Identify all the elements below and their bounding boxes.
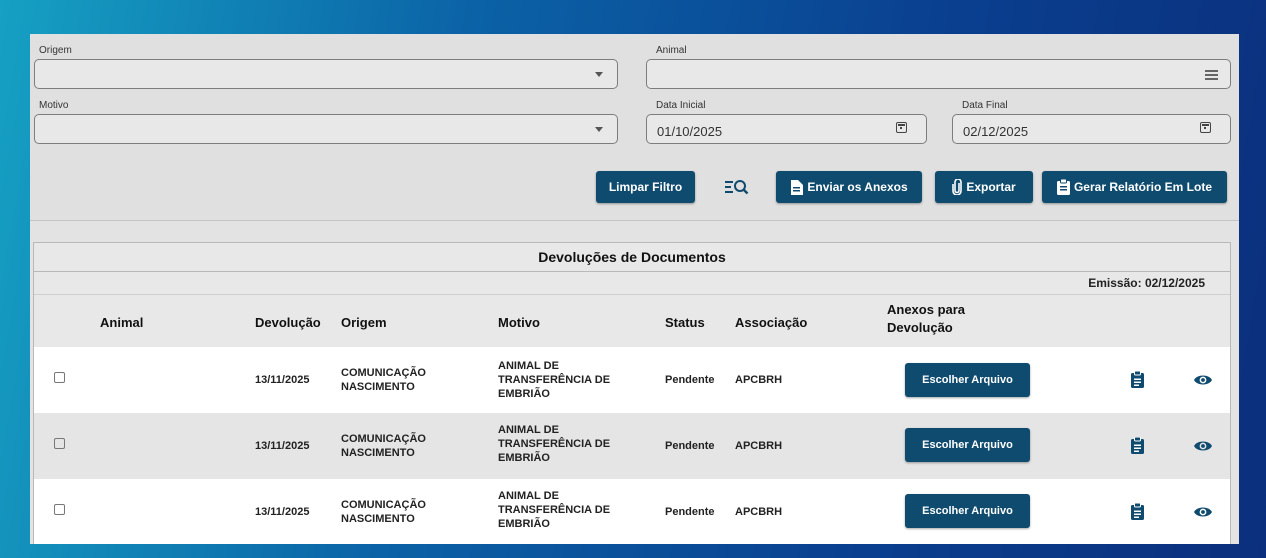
- data-final-value: 02/12/2025: [963, 124, 1029, 139]
- gerar-relatorio-button[interactable]: Gerar Relatório Em Lote: [1042, 171, 1227, 203]
- header-animal[interactable]: Animal: [100, 315, 143, 330]
- gerar-relatorio-label: Gerar Relatório Em Lote: [1073, 180, 1213, 194]
- escolher-arquivo-button[interactable]: Escolher Arquivo: [905, 428, 1030, 462]
- table-header: Animal Devolução Origem Motivo Status As…: [34, 295, 1230, 347]
- limpar-filtro-label: Limpar Filtro: [608, 180, 683, 194]
- row-checkbox[interactable]: [54, 438, 65, 449]
- escolher-arquivo-label: Escolher Arquivo: [922, 505, 1013, 517]
- limpar-filtro-button[interactable]: Limpar Filtro: [596, 171, 695, 203]
- data-inicial-value: 01/10/2025: [657, 124, 723, 139]
- calendar-icon[interactable]: [1200, 122, 1211, 133]
- cell-motivo: ANIMAL DE TRANSFERÊNCIA DE EMBRIÃO: [498, 424, 611, 464]
- clipboard-icon[interactable]: [1131, 371, 1144, 388]
- cell-motivo: ANIMAL DE TRANSFERÊNCIA DE EMBRIÃO: [498, 490, 611, 530]
- exportar-button[interactable]: Exportar: [935, 171, 1033, 203]
- cell-origem: COMUNICAÇÃO NASCIMENTO: [341, 433, 426, 459]
- data-final-field[interactable]: 02/12/2025: [952, 114, 1231, 144]
- list-icon[interactable]: [1205, 70, 1218, 82]
- cell-status: Pendente: [665, 506, 715, 518]
- data-inicial-label: Data Inicial: [656, 100, 706, 111]
- escolher-arquivo-label: Escolher Arquivo: [922, 439, 1013, 451]
- escolher-arquivo-button[interactable]: Escolher Arquivo: [905, 363, 1030, 397]
- cell-associacao: APCBRH: [735, 440, 783, 452]
- emissao-bar: Emissão: 02/12/2025: [34, 272, 1230, 295]
- paperclip-icon: [952, 179, 963, 195]
- clipboard-icon[interactable]: [1131, 503, 1144, 520]
- devolucoes-table: Devoluções de Documentos Emissão: 02/12/…: [33, 242, 1231, 544]
- clipboard-icon: [1056, 179, 1070, 195]
- eye-icon[interactable]: [1194, 440, 1212, 452]
- motivo-label: Motivo: [39, 100, 69, 111]
- cell-devolucao: 13/11/2025: [255, 374, 310, 386]
- table-row: 13/11/2025 COMUNICAÇÃO NASCIMENTO ANIMAL…: [34, 413, 1230, 479]
- enviar-anexos-label: Enviar os Anexos: [807, 180, 908, 194]
- data-inicial-field[interactable]: 01/10/2025: [646, 114, 927, 144]
- enviar-anexos-button[interactable]: Enviar os Anexos: [776, 171, 922, 203]
- header-anexos: Anexos para Devolução: [887, 302, 966, 335]
- header-motivo[interactable]: Motivo: [498, 315, 540, 330]
- cell-associacao: APCBRH: [735, 506, 783, 518]
- cell-origem: COMUNICAÇÃO NASCIMENTO: [341, 367, 426, 393]
- cell-status: Pendente: [665, 374, 715, 386]
- motivo-select[interactable]: [34, 114, 618, 144]
- header-origem[interactable]: Origem: [341, 315, 387, 330]
- escolher-arquivo-label: Escolher Arquivo: [922, 374, 1013, 386]
- row-checkbox[interactable]: [54, 504, 65, 515]
- header-associacao[interactable]: Associação: [735, 315, 807, 330]
- header-devolucao[interactable]: Devolução: [255, 315, 321, 330]
- cell-motivo: ANIMAL DE TRANSFERÊNCIA DE EMBRIÃO: [498, 360, 611, 400]
- emissao-date: Emissão: 02/12/2025: [1088, 276, 1205, 290]
- table-row: 13/11/2025 COMUNICAÇÃO NASCIMENTO ANIMAL…: [34, 479, 1230, 544]
- eye-icon[interactable]: [1194, 374, 1212, 386]
- table-title: Devoluções de Documentos: [34, 243, 1230, 272]
- cell-status: Pendente: [665, 440, 715, 452]
- origem-label: Origem: [39, 45, 72, 56]
- animal-field[interactable]: [646, 59, 1231, 89]
- table-row: 13/11/2025 COMUNICAÇÃO NASCIMENTO ANIMAL…: [34, 347, 1230, 413]
- cell-devolucao: 13/11/2025: [255, 506, 310, 518]
- animal-label: Animal: [656, 45, 687, 56]
- cell-origem: COMUNICAÇÃO NASCIMENTO: [341, 499, 426, 525]
- chevron-down-icon: [595, 72, 603, 77]
- data-final-label: Data Final: [962, 100, 1008, 111]
- app-window: Origem Animal Motivo Data Inicial 01/10/…: [30, 34, 1239, 544]
- header-status[interactable]: Status: [665, 315, 705, 330]
- clipboard-icon[interactable]: [1131, 437, 1144, 454]
- exportar-label: Exportar: [966, 180, 1016, 194]
- escolher-arquivo-button[interactable]: Escolher Arquivo: [905, 494, 1030, 528]
- document-icon: [791, 179, 804, 195]
- cell-associacao: APCBRH: [735, 374, 783, 386]
- filter-panel: Origem Animal Motivo Data Inicial 01/10/…: [30, 34, 1239, 221]
- chevron-down-icon: [595, 127, 603, 132]
- row-checkbox[interactable]: [54, 372, 65, 383]
- calendar-icon[interactable]: [896, 122, 907, 133]
- cell-devolucao: 13/11/2025: [255, 440, 310, 452]
- filter-search-icon[interactable]: [725, 178, 749, 196]
- origem-select[interactable]: [34, 59, 618, 89]
- eye-icon[interactable]: [1194, 506, 1212, 518]
